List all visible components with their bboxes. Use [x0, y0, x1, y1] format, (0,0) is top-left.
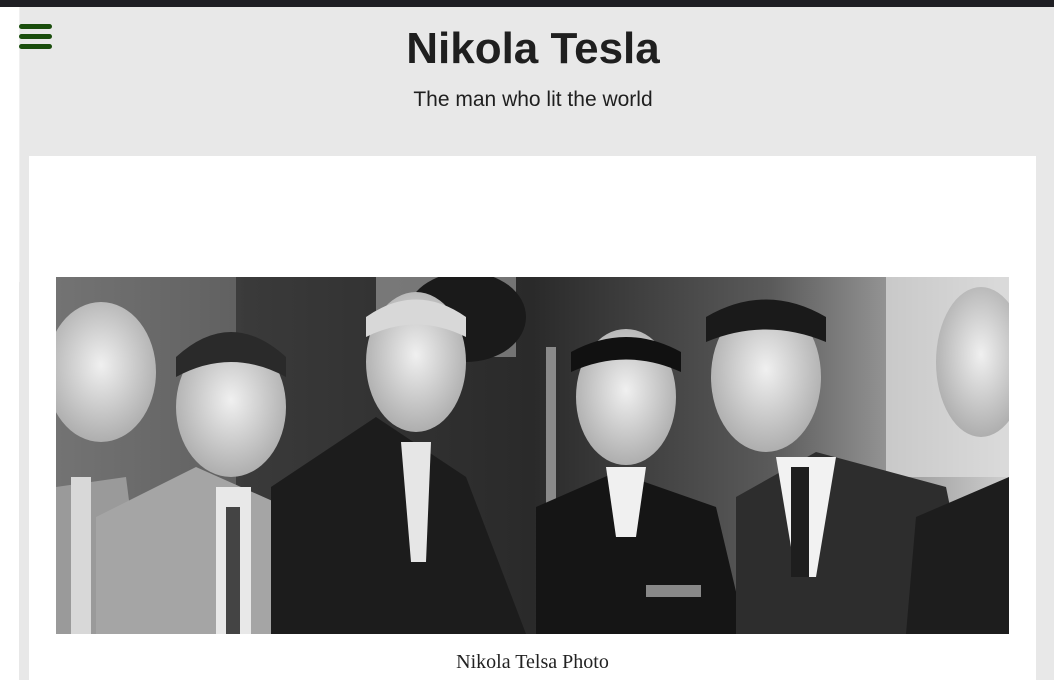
top-bar	[0, 0, 1054, 7]
site-title: Nikola Tesla	[406, 24, 660, 73]
content-card: Nikola Telsa Photo	[29, 156, 1036, 686]
photo-caption: Nikola Telsa Photo	[456, 651, 609, 673]
tesla-group-photo	[56, 277, 1009, 634]
left-edge-panel	[0, 7, 20, 282]
site-tagline: The man who lit the world	[413, 88, 653, 111]
